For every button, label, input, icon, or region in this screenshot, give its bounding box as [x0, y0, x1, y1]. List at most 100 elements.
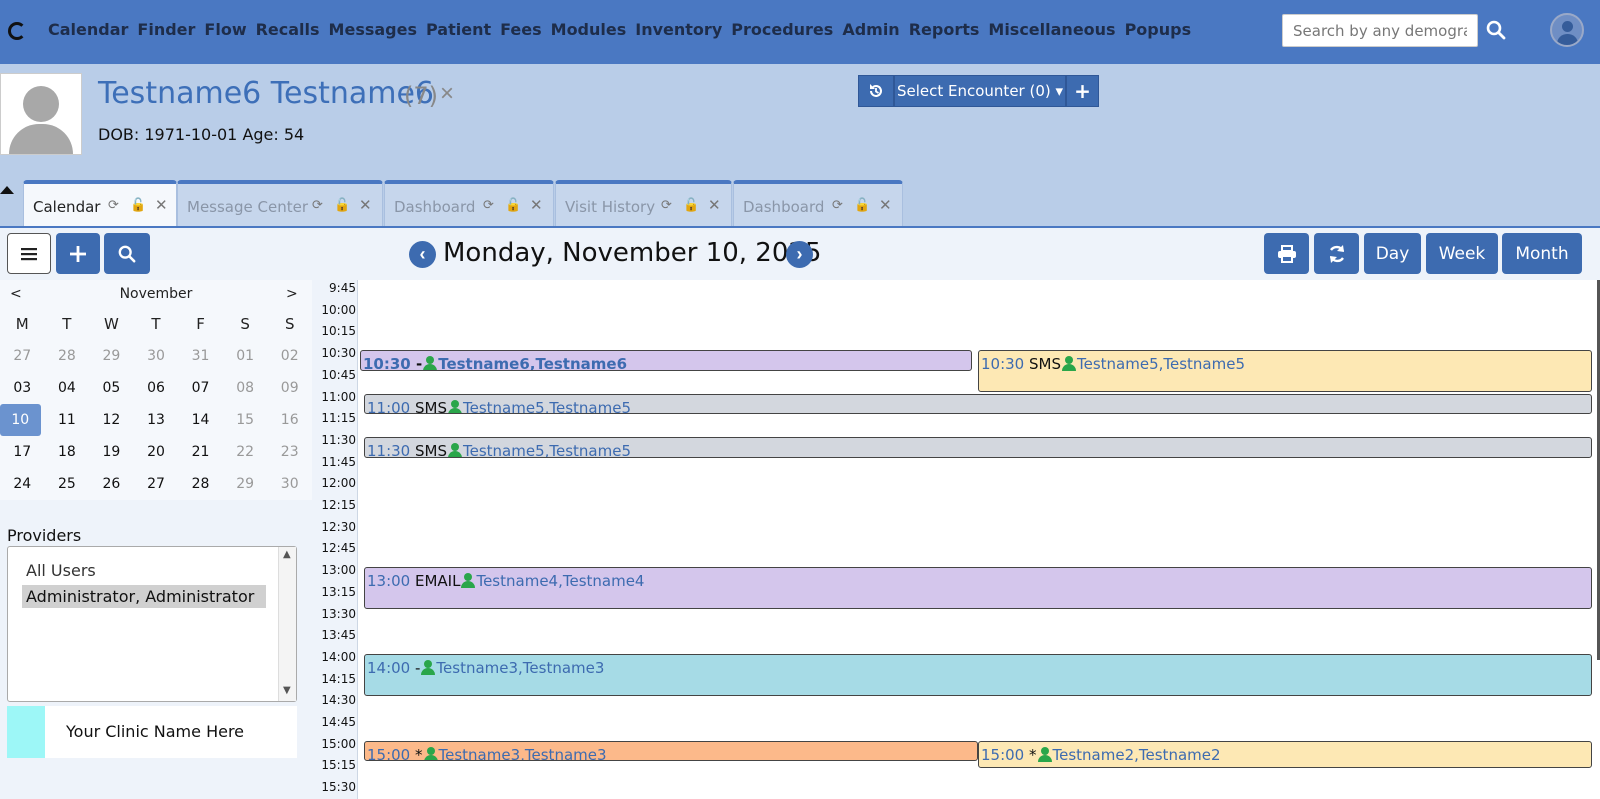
- calendar-day[interactable]: 13: [134, 404, 179, 436]
- time-slot-label[interactable]: 10:00: [312, 303, 356, 317]
- time-slot-label[interactable]: 9:45: [312, 281, 356, 295]
- time-slot-label[interactable]: 12:15: [312, 498, 356, 512]
- calendar-day[interactable]: 05: [89, 372, 134, 404]
- encounter-history-button[interactable]: [858, 75, 894, 107]
- menu-reports[interactable]: Reports: [909, 20, 980, 39]
- time-slot-label[interactable]: 12:30: [312, 520, 356, 534]
- calendar-day[interactable]: 12: [89, 404, 134, 436]
- time-slot-label[interactable]: 11:00: [312, 390, 356, 404]
- calendar-day[interactable]: 28: [178, 468, 223, 500]
- menu-messages[interactable]: Messages: [329, 20, 417, 39]
- time-slot-label[interactable]: 11:15: [312, 411, 356, 425]
- week-view-button[interactable]: Week: [1426, 233, 1498, 274]
- time-slot-label[interactable]: 11:30: [312, 433, 356, 447]
- providers-select[interactable]: All Users Administrator, Administrator ▲…: [7, 546, 297, 702]
- day-view-button[interactable]: Day: [1364, 233, 1421, 274]
- calendar-day[interactable]: 24: [0, 468, 45, 500]
- calendar-day[interactable]: 20: [134, 436, 179, 468]
- appointment-time[interactable]: 15:00: [367, 746, 410, 761]
- refresh-icon[interactable]: ⟳: [661, 198, 672, 213]
- appointment-event[interactable]: 10:30 SMS Testname5,Testname5: [978, 350, 1592, 393]
- calendar-day[interactable]: 27: [134, 468, 179, 500]
- patient-name[interactable]: Testname6 Testname6: [98, 76, 434, 111]
- close-icon[interactable]: ✕: [155, 196, 168, 214]
- time-slot-label[interactable]: 13:15: [312, 585, 356, 599]
- calendar-day[interactable]: 01: [223, 340, 268, 372]
- close-patient-icon[interactable]: ×: [440, 80, 454, 108]
- refresh-button[interactable]: [1314, 233, 1359, 274]
- menu-popups[interactable]: Popups: [1125, 20, 1192, 39]
- add-appointment-button[interactable]: [56, 233, 100, 274]
- time-slot-label[interactable]: 15:30: [312, 780, 356, 794]
- lock-icon[interactable]: 🔓: [334, 198, 350, 213]
- time-slot-label[interactable]: 10:45: [312, 368, 356, 382]
- calendar-day[interactable]: 30: [267, 468, 312, 500]
- select-encounter-dropdown[interactable]: Select Encounter (0) ▾: [894, 75, 1066, 107]
- menu-inventory[interactable]: Inventory: [635, 20, 722, 39]
- calendar-day[interactable]: 02: [267, 340, 312, 372]
- provider-option[interactable]: All Users: [22, 559, 100, 582]
- calendar-day[interactable]: 23: [267, 436, 312, 468]
- add-encounter-button[interactable]: +: [1066, 75, 1099, 107]
- appointment-event[interactable]: 15:00 * Testname2,Testname2: [978, 740, 1592, 768]
- time-slot-label[interactable]: 10:15: [312, 324, 356, 338]
- time-slot-label[interactable]: 14:30: [312, 693, 356, 707]
- scroll-up-icon[interactable]: ▲: [283, 549, 291, 560]
- scroll-down-icon[interactable]: ▼: [283, 685, 291, 696]
- appointment-time[interactable]: 15:00: [981, 746, 1024, 764]
- menu-recalls[interactable]: Recalls: [256, 20, 320, 39]
- providers-scrollbar[interactable]: ▲ ▼: [278, 547, 296, 701]
- appointment-patient[interactable]: Testname2,Testname2: [1053, 746, 1221, 764]
- user-avatar-icon[interactable]: [1550, 13, 1584, 47]
- appointment-patient[interactable]: Testname6,Testname6: [438, 355, 627, 370]
- provider-option[interactable]: Administrator, Administrator: [22, 585, 266, 608]
- refresh-icon[interactable]: ⟳: [483, 198, 494, 213]
- menu-toggle-button[interactable]: [7, 233, 51, 274]
- lock-icon[interactable]: 🔓: [505, 198, 521, 213]
- close-icon[interactable]: ✕: [708, 196, 721, 214]
- appointment-event[interactable]: 14:00 - Testname3,Testname3: [364, 653, 1592, 697]
- calendar-day[interactable]: 08: [223, 372, 268, 404]
- calendar-day[interactable]: 29: [223, 468, 268, 500]
- calendar-day[interactable]: 04: [45, 372, 90, 404]
- time-slot-label[interactable]: 12:00: [312, 476, 356, 490]
- appointment-event[interactable]: 11:30 SMS Testname5,Testname5: [364, 436, 1592, 458]
- menu-patient[interactable]: Patient: [426, 20, 491, 39]
- appointment-event[interactable]: 11:00 SMS Testname5,Testname5: [364, 393, 1592, 415]
- search-appointments-button[interactable]: [104, 233, 150, 274]
- calendar-day[interactable]: 21: [178, 436, 223, 468]
- time-slot-label[interactable]: 15:00: [312, 737, 356, 751]
- appointment-patient[interactable]: Testname3,Testname3: [436, 659, 604, 677]
- appointment-time[interactable]: 10:30: [981, 355, 1024, 373]
- calendar-day[interactable]: 16: [267, 404, 312, 436]
- appointment-time[interactable]: 14:00: [367, 659, 410, 677]
- time-slot-label[interactable]: 15:15: [312, 758, 356, 772]
- tab-calendar[interactable]: Calendar ⟳ 🔓 ✕: [23, 180, 177, 226]
- time-slot-label[interactable]: 13:30: [312, 607, 356, 621]
- menu-fees[interactable]: Fees: [500, 20, 542, 39]
- time-slot-label[interactable]: 14:00: [312, 650, 356, 664]
- close-icon[interactable]: ✕: [879, 196, 892, 214]
- menu-miscellaneous[interactable]: Miscellaneous: [988, 20, 1115, 39]
- menu-modules[interactable]: Modules: [551, 20, 627, 39]
- calendar-day[interactable]: 31: [178, 340, 223, 372]
- appointment-patient[interactable]: Testname5,Testname5: [463, 442, 631, 457]
- menu-flow[interactable]: Flow: [204, 20, 246, 39]
- mini-calendar-prev[interactable]: <: [10, 286, 22, 302]
- close-icon[interactable]: ✕: [359, 196, 372, 214]
- tab-dashboard[interactable]: Dashboard ⟳ 🔓 ✕: [384, 180, 554, 226]
- calendar-day[interactable]: 30: [134, 340, 179, 372]
- calendar-day[interactable]: 19: [89, 436, 134, 468]
- calendar-day[interactable]: 09: [267, 372, 312, 404]
- appointment-event[interactable]: 13:00 EMAIL Testname4,Testname4: [364, 567, 1592, 610]
- refresh-icon[interactable]: ⟳: [832, 198, 843, 213]
- calendar-day[interactable]: 28: [45, 340, 90, 372]
- mini-calendar-next[interactable]: >: [286, 286, 298, 302]
- calendar-day[interactable]: 27: [0, 340, 45, 372]
- tab-dashboard-2[interactable]: Dashboard ⟳ 🔓 ✕: [733, 180, 903, 226]
- calendar-day[interactable]: 15: [223, 404, 268, 436]
- patient-search-input[interactable]: [1282, 14, 1478, 47]
- next-day-icon[interactable]: ›: [786, 241, 813, 268]
- appointment-patient[interactable]: Testname4,Testname4: [476, 572, 644, 590]
- appointment-time[interactable]: 11:00: [367, 399, 410, 414]
